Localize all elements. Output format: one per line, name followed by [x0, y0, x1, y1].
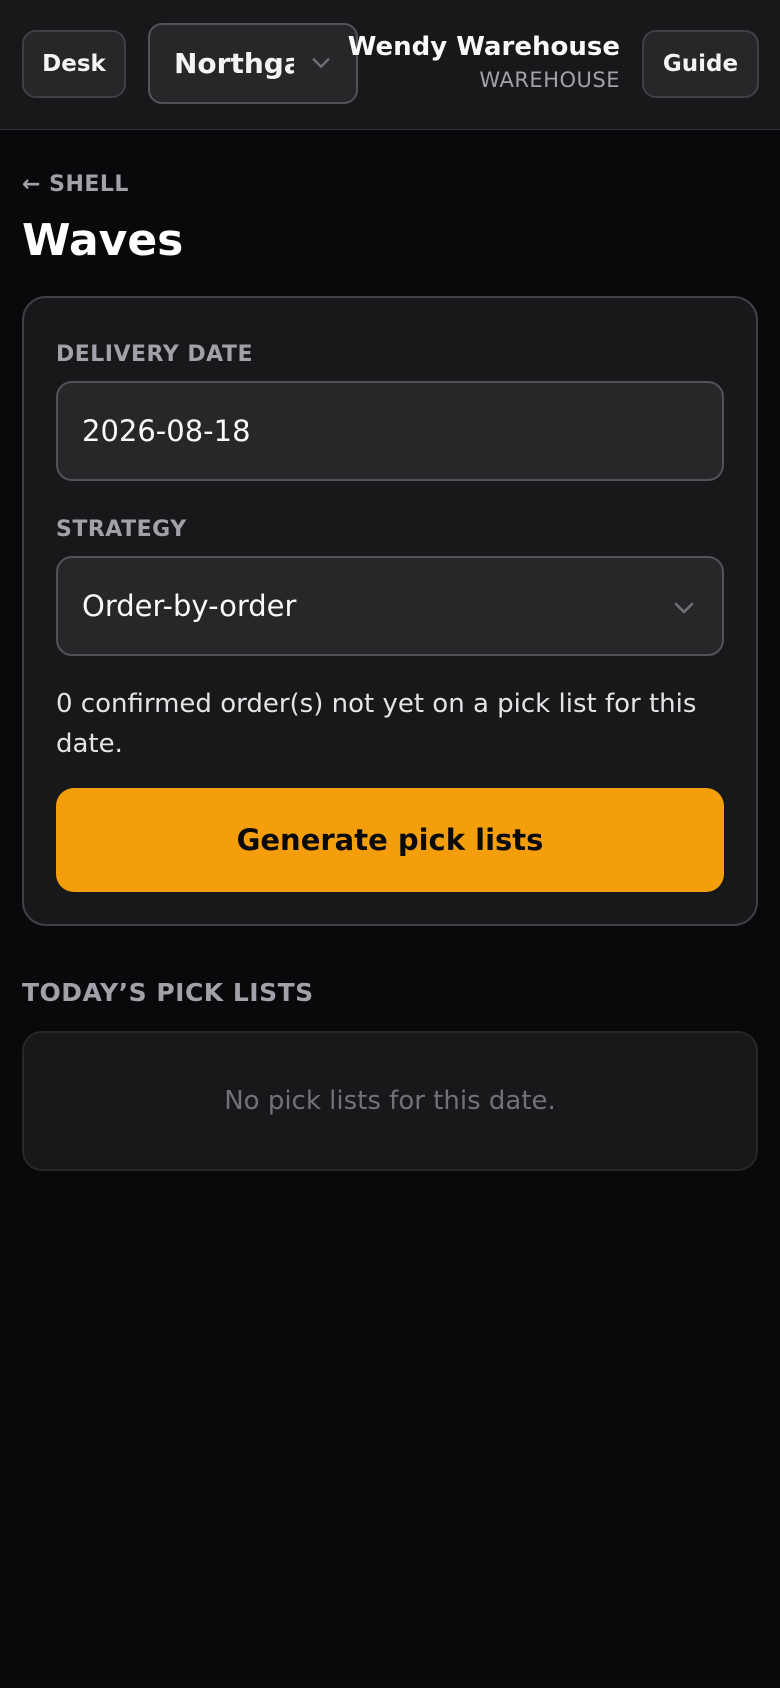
user-name: Wendy Warehouse — [347, 32, 620, 62]
strategy-select-value: Order-by-order — [82, 589, 297, 623]
strategy-select[interactable]: Order-by-order — [56, 556, 724, 656]
wave-form-card: DELIVERY DATE 2026-08-18 STRATEGY Order-… — [22, 296, 758, 926]
desk-button[interactable]: Desk — [22, 30, 126, 98]
chevron-down-icon — [674, 602, 694, 614]
main-content: ← SHELL Waves DELIVERY DATE 2026-08-18 S… — [0, 130, 780, 1171]
page-title: Waves — [22, 215, 184, 266]
delivery-date-input[interactable]: 2026-08-18 — [56, 381, 724, 481]
top-bar: Desk Northgate Wendy Warehouse WAREHOUSE… — [0, 0, 780, 130]
unassigned-orders-info: 0 confirmed order(s) not yet on a pick l… — [56, 689, 697, 759]
user-role: WAREHOUSE — [479, 68, 620, 92]
generate-pick-lists-button[interactable]: Generate pick lists — [56, 788, 724, 892]
back-link[interactable]: ← SHELL — [22, 172, 129, 197]
delivery-date-label: DELIVERY DATE — [56, 342, 253, 367]
pick-lists-empty-state: No pick lists for this date. — [22, 1031, 758, 1171]
site-select[interactable]: Northgate — [148, 23, 358, 104]
user-info: Wendy Warehouse WAREHOUSE — [348, 32, 620, 92]
pick-lists-heading: TODAY’S PICK LISTS — [22, 978, 314, 1007]
strategy-label: STRATEGY — [56, 517, 187, 542]
chevron-down-icon — [312, 58, 330, 68]
site-select-value: Northgate — [174, 47, 294, 80]
guide-button[interactable]: Guide — [642, 30, 759, 98]
